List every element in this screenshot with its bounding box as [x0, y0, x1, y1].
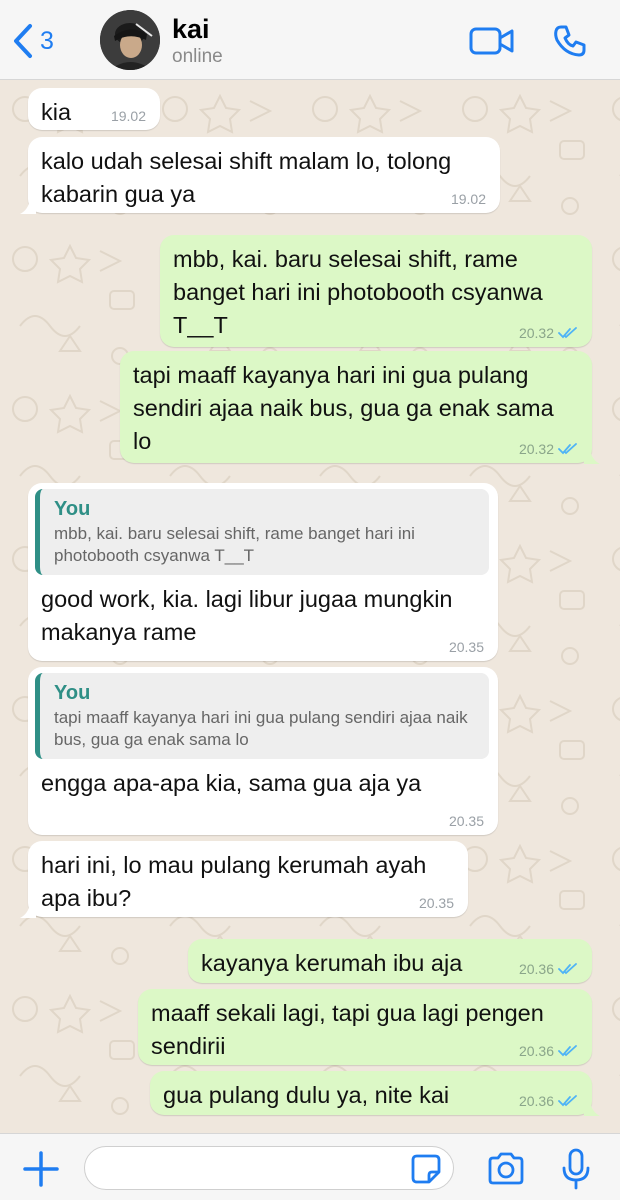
quoted-author: You	[54, 682, 91, 704]
message-bubble-incoming[interactable]: hari ini, lo mau pulang kerumah ayah apa…	[20, 841, 468, 918]
phone-call-icon	[554, 25, 586, 57]
chevron-left-icon	[14, 24, 32, 58]
message-text: maaff sekali lagi, tapi gua lagi pengen …	[151, 1000, 544, 1059]
quoted-message[interactable]: You tapi maaff kayanya hari ini gua pula…	[35, 673, 489, 759]
message-input[interactable]	[84, 1146, 454, 1190]
sticker-icon[interactable]	[410, 1153, 442, 1185]
message-time: 20.36	[518, 1093, 554, 1109]
message-meta: 20.36	[519, 961, 578, 977]
message-bubble-outgoing[interactable]: kayanya kerumah ibu aja 20.36	[188, 939, 592, 983]
voice-call-button[interactable]	[550, 22, 590, 60]
chat-area[interactable]: kia 19.02 kalo udah selesai shift malam …	[0, 81, 620, 1133]
message-meta: 19.02	[451, 191, 486, 207]
message-text: tapi maaff kayanya hari ini gua pulang s…	[133, 362, 554, 454]
message-meta: 20.35	[449, 813, 484, 829]
message-time: 20.35	[418, 895, 454, 911]
message-text: good work, kia. lagi libur jugaa mungkin…	[41, 586, 453, 645]
double-check-icon	[558, 1045, 577, 1057]
message-meta: 20.36	[519, 1093, 578, 1109]
back-button[interactable]: 3	[12, 22, 72, 60]
message-meta: 20.35	[419, 895, 454, 911]
message-meta: 20.32	[519, 441, 578, 457]
message-bubble-outgoing[interactable]: mbb, kai. baru selesai shift, rame bange…	[160, 235, 592, 347]
bubble-tail	[20, 200, 36, 214]
plus-icon[interactable]	[22, 1150, 60, 1188]
double-check-icon	[558, 327, 577, 339]
message-composer	[0, 1133, 620, 1200]
message-bubble-outgoing[interactable]: maaff sekali lagi, tapi gua lagi pengen …	[138, 989, 592, 1065]
message-bubble-incoming-reply[interactable]: You mbb, kai. baru selesai shift, rame b…	[28, 483, 498, 661]
message-bubble-incoming[interactable]: kia 19.02	[28, 88, 160, 130]
contact-avatar[interactable]	[100, 10, 160, 70]
message-text: mbb, kai. baru selesai shift, rame bange…	[173, 246, 543, 338]
quoted-text: mbb, kai. baru selesai shift, rame bange…	[54, 524, 415, 565]
double-check-icon	[558, 443, 577, 455]
message-time: 20.35	[448, 639, 484, 655]
microphone-icon[interactable]	[560, 1148, 592, 1190]
message-bubble-incoming[interactable]: kalo udah selesai shift malam lo, tolong…	[20, 137, 500, 214]
contact-status: online	[172, 46, 223, 67]
quoted-message[interactable]: You mbb, kai. baru selesai shift, rame b…	[35, 489, 489, 575]
contact-name[interactable]: kai	[172, 14, 210, 45]
message-time: 20.36	[518, 1043, 554, 1059]
quoted-text: tapi maaff kayanya hari ini gua pulang s…	[54, 708, 468, 749]
video-call-icon	[469, 27, 514, 55]
bubble-tail	[584, 1102, 600, 1116]
unread-chats-count: 3	[40, 26, 54, 55]
message-text: hari ini, lo mau pulang kerumah ayah apa…	[41, 852, 427, 911]
video-call-button[interactable]	[468, 22, 516, 60]
message-time: 20.35	[448, 813, 484, 829]
message-time: 19.02	[450, 191, 486, 207]
camera-icon[interactable]	[486, 1151, 526, 1187]
message-text: gua pulang dulu ya, nite kai	[163, 1082, 450, 1108]
double-check-icon	[558, 963, 577, 975]
message-meta: 20.35	[449, 639, 484, 655]
message-meta: 20.32	[519, 325, 578, 341]
bubble-tail	[584, 450, 600, 464]
message-time: 20.36	[518, 961, 554, 977]
bubble-tail	[20, 904, 36, 918]
message-meta: 19.02	[111, 108, 146, 124]
message-bubble-outgoing[interactable]: gua pulang dulu ya, nite kai 20.36	[150, 1071, 600, 1116]
message-text: kia	[41, 99, 72, 125]
message-bubble-outgoing[interactable]: tapi maaff kayanya hari ini gua pulang s…	[120, 351, 600, 464]
message-time: 19.02	[110, 108, 146, 124]
message-time: 20.32	[518, 441, 554, 457]
quoted-author: You	[54, 498, 91, 520]
double-check-icon	[558, 1095, 577, 1107]
message-bubble-incoming-reply[interactable]: You tapi maaff kayanya hari ini gua pula…	[28, 667, 498, 835]
message-time: 20.32	[518, 325, 554, 341]
message-text: kayanya kerumah ibu aja	[201, 950, 463, 976]
message-meta: 20.36	[519, 1043, 578, 1059]
message-text: kalo udah selesai shift malam lo, tolong…	[41, 148, 452, 207]
chat-header: 3 kai online	[0, 0, 620, 80]
message-text: engga apa-apa kia, sama gua aja ya	[41, 770, 422, 796]
